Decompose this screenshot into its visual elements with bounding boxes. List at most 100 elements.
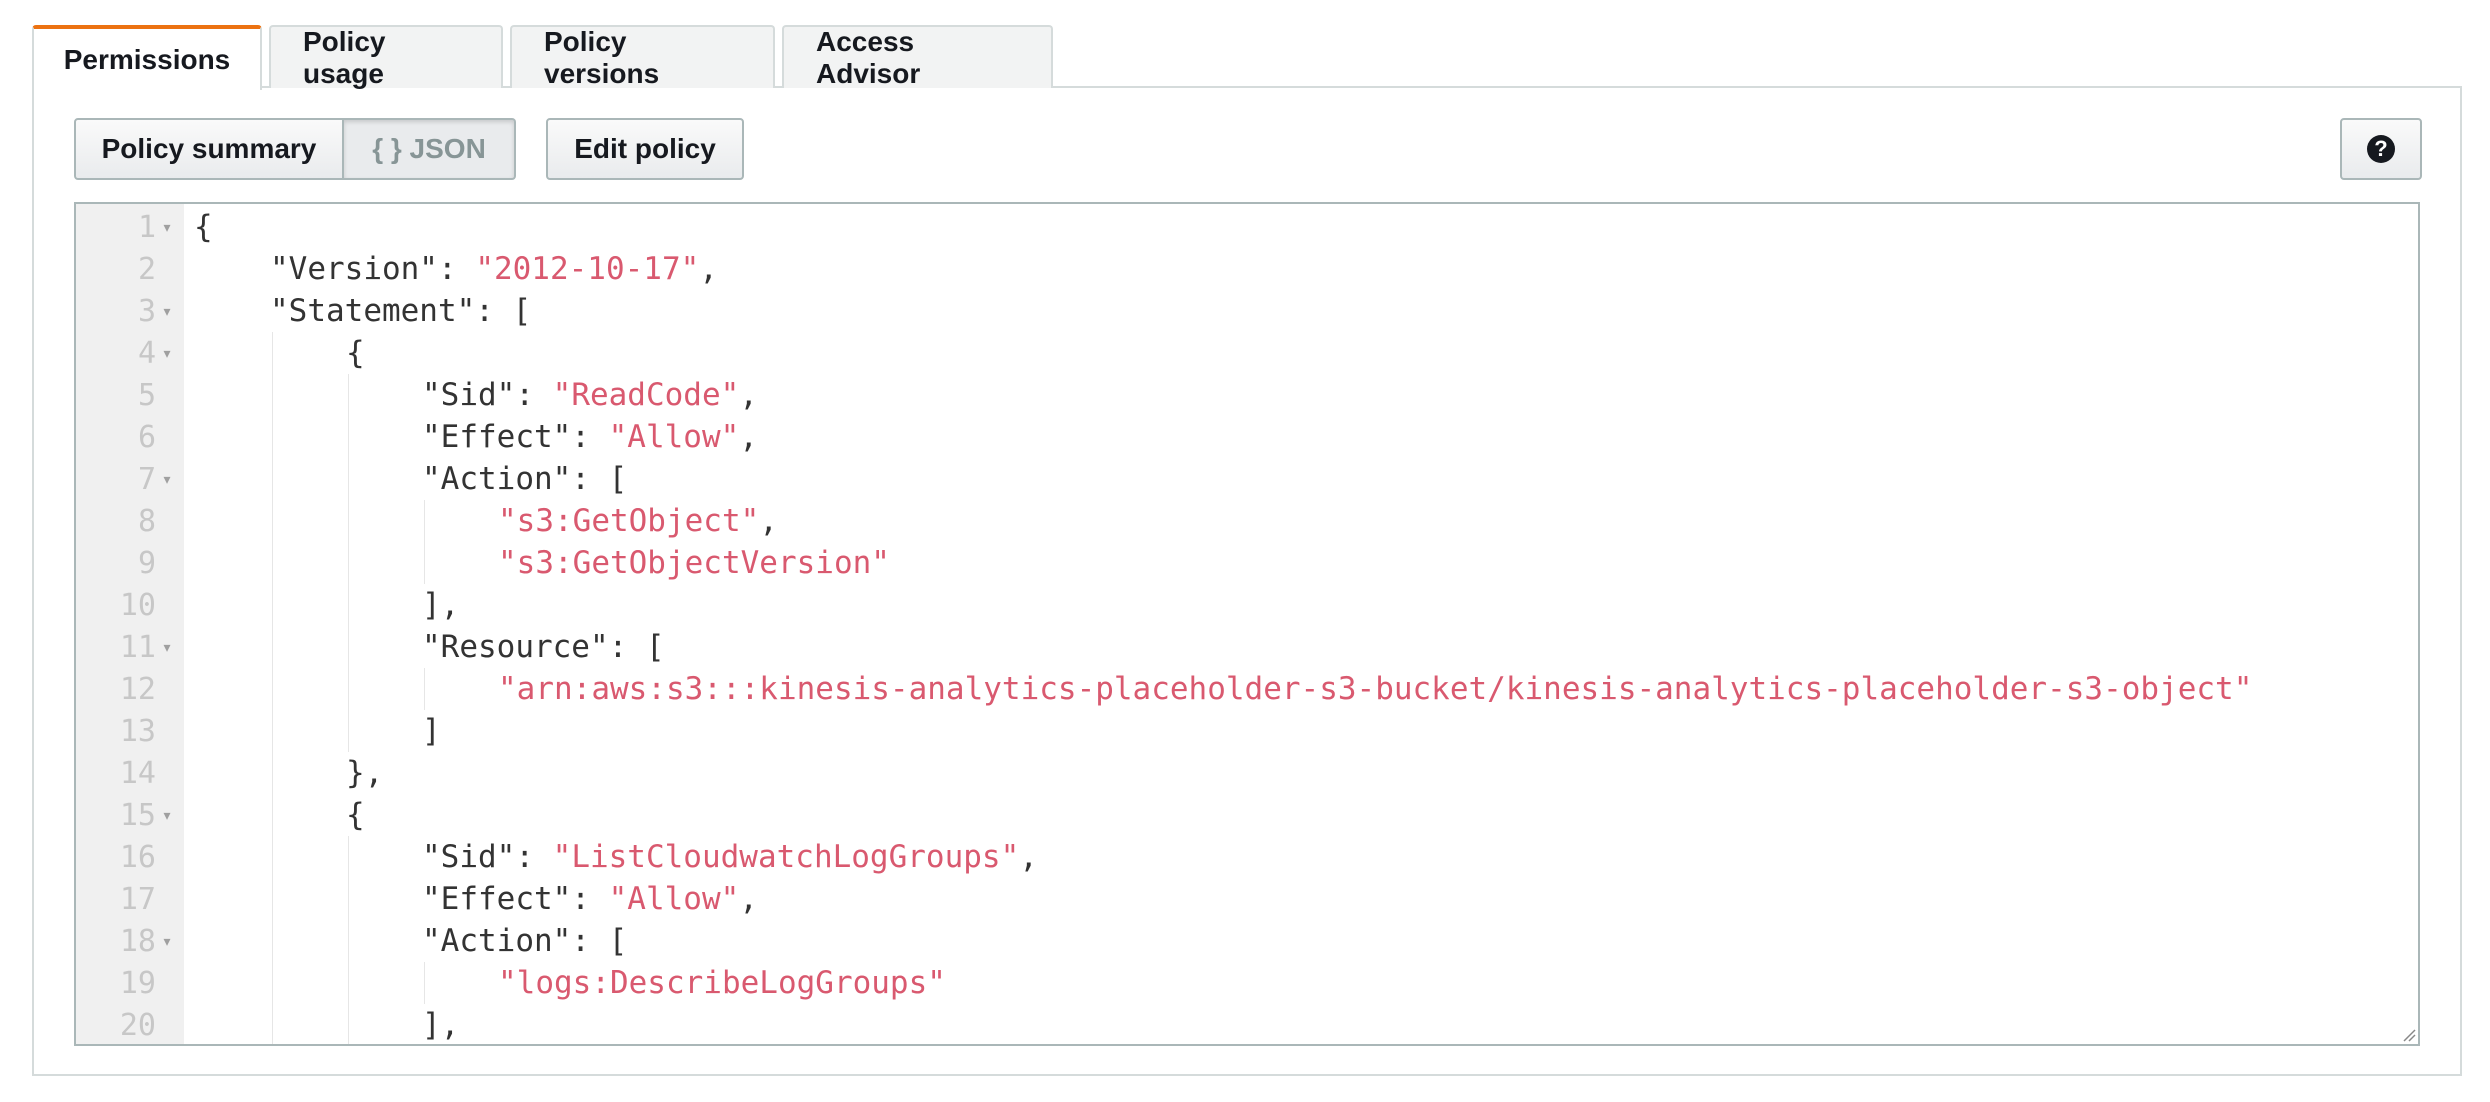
indent-guide <box>424 668 425 710</box>
code-text: "s3:GetObjectVersion" <box>498 545 890 581</box>
code-text: "Action": [ <box>422 923 627 959</box>
indent-guide <box>424 962 425 1004</box>
json-token: "Version": <box>270 251 476 287</box>
json-token: { <box>346 335 365 371</box>
edit-policy-button[interactable]: Edit policy <box>546 118 744 180</box>
code-text: "Sid": "ReadCode", <box>422 377 758 413</box>
json-token: "Statement": [ <box>270 293 532 329</box>
code-text: "Statement": [ <box>270 293 531 329</box>
json-string: "s3:GetObject" <box>498 503 760 539</box>
line-number: 3 <box>137 293 156 329</box>
resize-handle-icon[interactable] <box>2400 1026 2416 1042</box>
json-token: { <box>346 797 365 833</box>
line-number: 6 <box>137 419 156 455</box>
line-number: 14 <box>119 755 156 791</box>
code-line: 7 ▾ "Action": [ <box>76 458 2418 500</box>
json-string: "Allow" <box>608 419 740 455</box>
json-token: , <box>739 377 758 413</box>
fold-toggle-icon[interactable]: ▾ <box>156 219 178 236</box>
json-string: "Allow" <box>608 881 740 917</box>
json-string: "s3:GetObjectVersion" <box>498 545 890 581</box>
code-line: 6 "Effect": "Allow", <box>76 416 2418 458</box>
json-string: "ListCloudwatchLogGroups" <box>552 839 1020 875</box>
code-line: 4 ▾ { <box>76 332 2418 374</box>
code-line: 14}, <box>76 752 2418 794</box>
line-number: 15 <box>119 797 156 833</box>
code-text: ], <box>422 1007 459 1043</box>
json-token: "Resource": [ <box>422 629 665 665</box>
fold-toggle-icon[interactable]: ▾ <box>156 303 178 320</box>
line-number: 12 <box>119 671 156 707</box>
code-text: ], <box>422 587 459 623</box>
tab-policy-usage[interactable]: Policy usage <box>269 25 503 89</box>
indent-guide <box>272 332 273 1044</box>
indent-guide <box>348 836 349 1044</box>
json-token: ], <box>422 1007 460 1043</box>
json-token: , <box>739 881 758 917</box>
code-line: 1 ▾ { <box>76 206 2418 248</box>
line-number: 2 <box>137 251 156 287</box>
line-number: 5 <box>137 377 156 413</box>
code-line: 20], <box>76 1004 2418 1044</box>
code-line: 17 "Effect": "Allow", <box>76 878 2418 920</box>
json-string: "arn:aws:s3:::kinesis-analytics-placehol… <box>498 671 2253 707</box>
json-token: "Effect": <box>422 881 609 917</box>
code-line: 8 "s3:GetObject", <box>76 500 2418 542</box>
code-text: "Action": [ <box>422 461 627 497</box>
json-token: "Sid": <box>422 839 553 875</box>
line-number: 19 <box>119 965 156 1001</box>
code-text: ] <box>422 713 441 749</box>
json-string: "2012-10-17" <box>475 251 700 287</box>
json-token: "Effect": <box>422 419 609 455</box>
json-token: ], <box>422 587 460 623</box>
line-number: 16 <box>119 839 156 875</box>
tab-permissions[interactable]: Permissions <box>32 25 262 90</box>
fold-toggle-icon[interactable]: ▾ <box>156 639 178 656</box>
json-token: , <box>759 503 778 539</box>
line-number: 20 <box>119 1007 156 1043</box>
code-text: { <box>346 335 365 371</box>
code-text: "Effect": "Allow", <box>422 419 758 455</box>
view-toggle: Policy summary { } JSON <box>74 118 516 180</box>
line-number: 1 <box>137 209 156 245</box>
line-number: 9 <box>137 545 156 581</box>
code-line: 10], <box>76 584 2418 626</box>
json-code-editor[interactable]: 1 ▾{2 "Version": "2012-10-17", 3 ▾ "Statement… <box>74 202 2420 1046</box>
code-line: 16 "Sid": "ListCloudwatchLogGroups", <box>76 836 2418 878</box>
indent-guide <box>348 374 349 752</box>
code-line: 11 ▾ "Resource": [ <box>76 626 2418 668</box>
json-string: "logs:DescribeLogGroups" <box>498 965 946 1001</box>
code-line: 13] <box>76 710 2418 752</box>
policy-summary-button[interactable]: Policy summary <box>74 118 344 180</box>
line-number: 13 <box>119 713 156 749</box>
code-text: "s3:GetObject", <box>498 503 778 539</box>
fold-toggle-icon[interactable]: ▾ <box>156 471 178 488</box>
json-token: "Action": [ <box>422 461 628 497</box>
code-text: "Version": "2012-10-17", <box>270 251 718 287</box>
tab-access-advisor[interactable]: Access Advisor <box>782 25 1053 89</box>
code-text: "Sid": "ListCloudwatchLogGroups", <box>422 839 1038 875</box>
line-number: 10 <box>119 587 156 623</box>
json-token: }, <box>346 755 384 791</box>
code-line: 18 ▾ "Action": [ <box>76 920 2418 962</box>
json-token: ] <box>422 713 441 749</box>
help-button[interactable]: ? <box>2340 118 2422 180</box>
fold-toggle-icon[interactable]: ▾ <box>156 807 178 824</box>
code-text: }, <box>346 755 383 791</box>
line-number: 11 <box>119 629 156 665</box>
fold-toggle-icon[interactable]: ▾ <box>156 933 178 950</box>
code-text: "arn:aws:s3:::kinesis-analytics-placehol… <box>498 671 2252 707</box>
json-string: "ReadCode" <box>552 377 740 413</box>
code-line: 19 "logs:DescribeLogGroups" <box>76 962 2418 1004</box>
code-line: 12 "arn:aws:s3:::kinesis-analytics-placeh… <box>76 668 2418 710</box>
fold-toggle-icon[interactable]: ▾ <box>156 345 178 362</box>
line-number: 18 <box>119 923 156 959</box>
indent-guide <box>424 500 425 584</box>
json-token: { <box>194 209 213 245</box>
json-token: "Sid": <box>422 377 553 413</box>
json-token: , <box>1019 839 1038 875</box>
json-view-button[interactable]: { } JSON <box>344 118 516 180</box>
tab-policy-versions[interactable]: Policy versions <box>510 25 775 89</box>
code-line: 15 ▾ { <box>76 794 2418 836</box>
line-number: 17 <box>119 881 156 917</box>
